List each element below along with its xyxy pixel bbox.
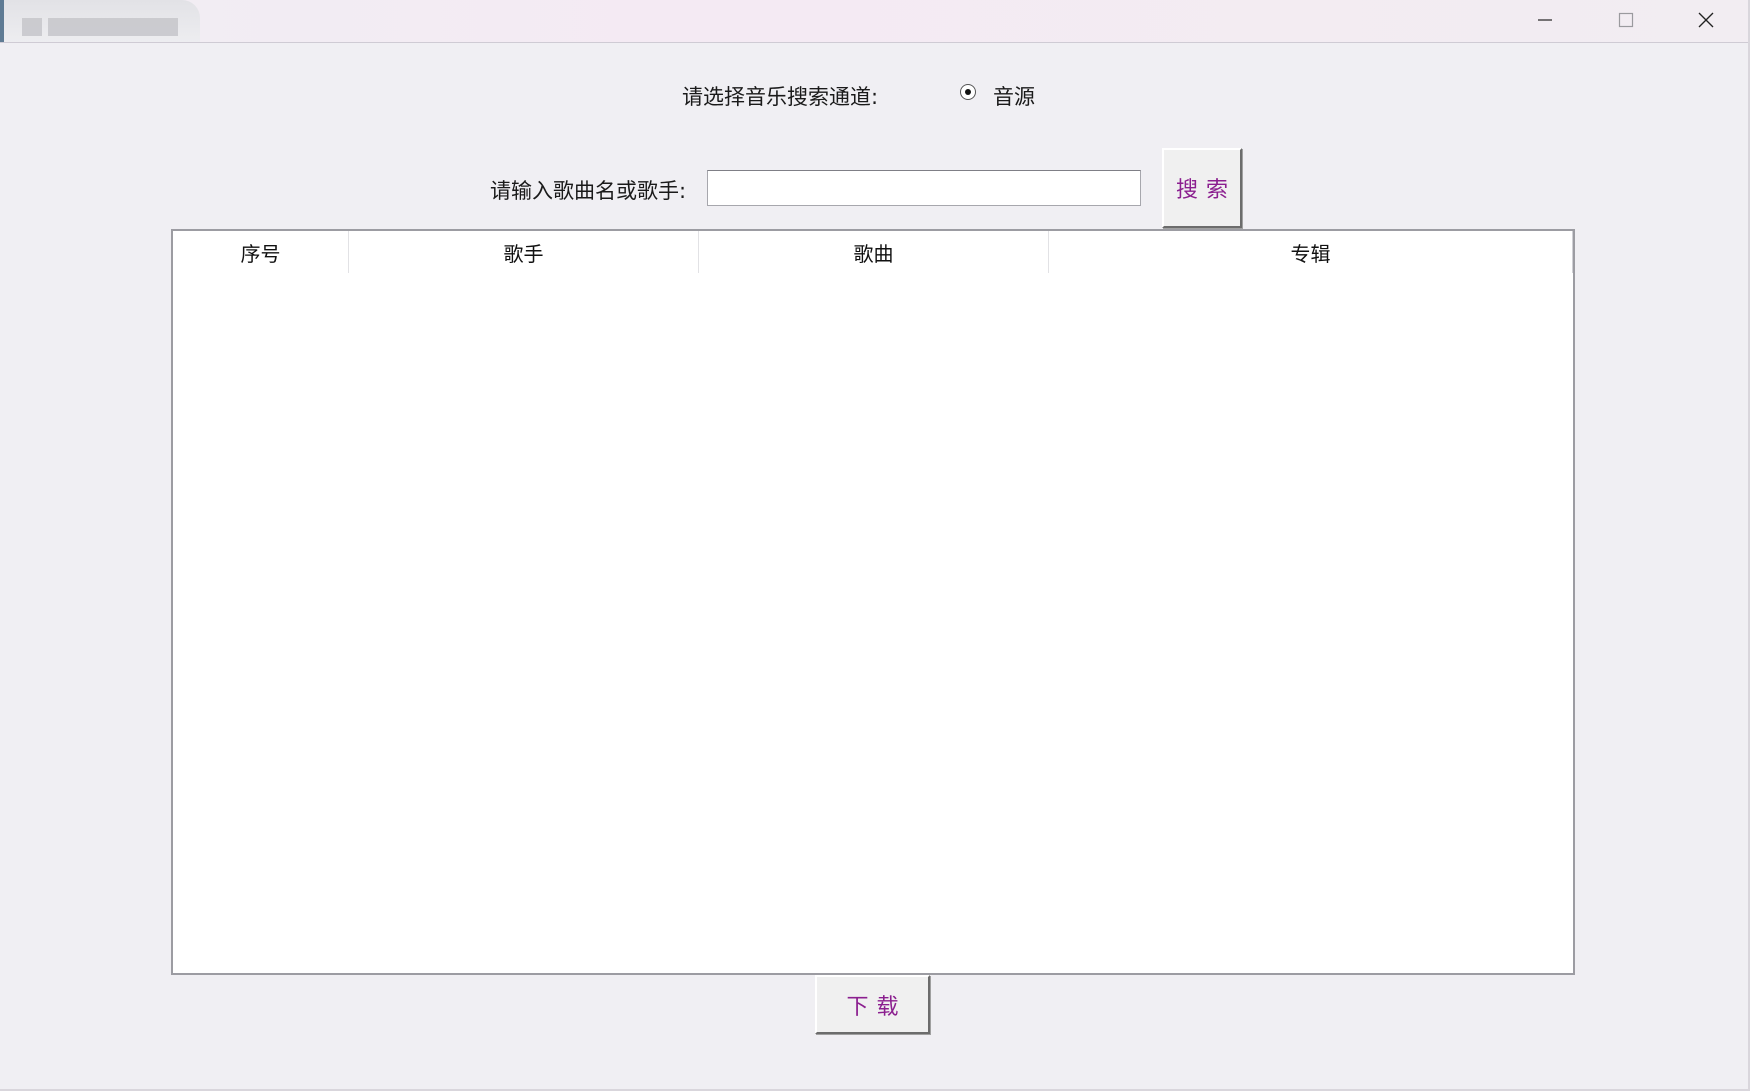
table-header: 序号 歌手 歌曲 专辑	[173, 231, 1573, 273]
search-button[interactable]: 搜索	[1162, 148, 1242, 228]
minimize-icon	[1538, 19, 1552, 21]
app-window: 请选择音乐搜索通道: 音源 请输入歌曲名或歌手: 搜索 序号 歌手 歌曲 专辑 …	[0, 0, 1750, 1091]
column-header-album[interactable]: 专辑	[1049, 231, 1573, 273]
results-table[interactable]: 序号 歌手 歌曲 专辑	[171, 229, 1575, 975]
maximize-icon	[1618, 12, 1634, 28]
download-button[interactable]: 下载	[815, 975, 930, 1034]
maximize-button[interactable]	[1586, 0, 1666, 40]
channel-option-label[interactable]: 音源	[993, 81, 1035, 111]
blurred-title-block	[22, 18, 42, 36]
column-header-singer[interactable]: 歌手	[349, 231, 699, 273]
close-button[interactable]	[1666, 0, 1746, 40]
search-input[interactable]	[707, 170, 1141, 206]
title-bar	[0, 0, 1748, 43]
radio-selected-dot	[965, 89, 971, 95]
channel-label: 请选择音乐搜索通道:	[682, 85, 879, 109]
search-label: 请输入歌曲名或歌手:	[490, 179, 687, 203]
column-header-song[interactable]: 歌曲	[699, 231, 1049, 273]
window-icon	[0, 0, 4, 42]
window-title-blurred	[0, 0, 200, 42]
minimize-button[interactable]	[1505, 0, 1585, 40]
column-header-index[interactable]: 序号	[173, 231, 349, 273]
close-icon	[1698, 12, 1714, 28]
blurred-title-block	[48, 18, 178, 36]
table-body[interactable]	[173, 273, 1573, 973]
channel-radio-yinyuan[interactable]	[960, 84, 976, 100]
